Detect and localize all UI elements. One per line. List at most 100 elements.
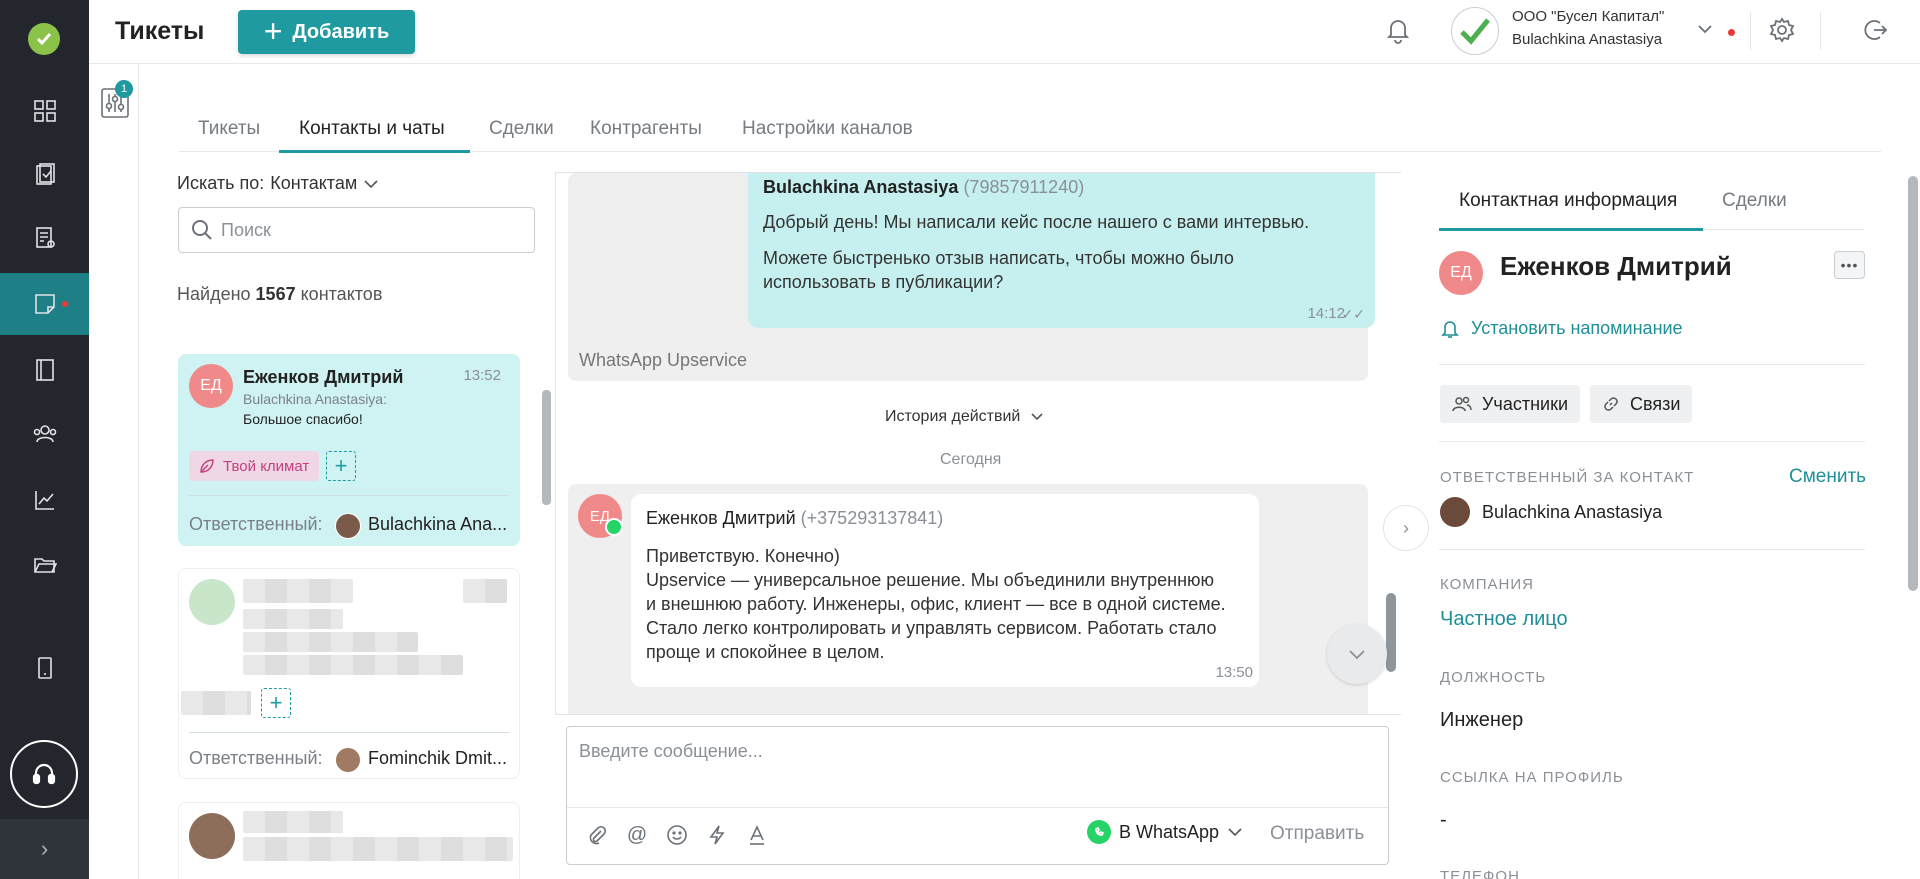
bell-icon xyxy=(1441,320,1459,338)
participants-button[interactable]: Участники xyxy=(1440,385,1580,423)
contact-full-name: Еженков Дмитрий xyxy=(1500,251,1732,281)
last-message-text: Большое спасибо! xyxy=(243,411,363,427)
chevron-down-icon[interactable] xyxy=(1696,20,1714,43)
add-button[interactable]: + Добавить xyxy=(238,10,415,54)
message-sender-phone: (+375293137841) xyxy=(800,508,944,528)
message-text: использовать в публикации? xyxy=(763,272,1004,292)
logout-icon[interactable] xyxy=(1860,17,1888,48)
text-format-icon[interactable] xyxy=(745,823,769,847)
organization-name[interactable]: ООО "Бусел Капитал" xyxy=(1512,8,1664,25)
responsible-avatar xyxy=(1440,497,1470,527)
change-responsible-link[interactable]: Сменить xyxy=(1789,466,1866,488)
profile-link-label: ССЫЛКА НА ПРОФИЛЬ xyxy=(1440,769,1624,786)
support-headset-icon[interactable] xyxy=(10,740,78,808)
contact-avatar: ЕД xyxy=(189,364,233,408)
settings-gear-icon[interactable] xyxy=(1769,17,1795,48)
contact-card[interactable]: ЕД Еженков Дмитрий 13:52 Bulachkina Anas… xyxy=(178,354,520,546)
redacted-text xyxy=(243,632,418,652)
responsible-label: Ответственный: xyxy=(189,748,323,768)
tab-contacts-chats[interactable]: Контакты и чаты xyxy=(299,118,445,140)
mention-at-icon[interactable]: @ xyxy=(625,823,649,847)
knowledge-base-icon[interactable] xyxy=(0,339,89,401)
contact-name: Еженков Дмитрий xyxy=(243,367,404,387)
contact-tag[interactable]: Твой климат xyxy=(189,451,320,481)
contact-panel-scrollbar[interactable] xyxy=(1908,176,1918,591)
responsible-person: Bulachkina Anastasiya xyxy=(1440,497,1662,527)
tab-contact-deals[interactable]: Сделки xyxy=(1722,190,1787,212)
card-divider xyxy=(189,732,509,733)
emoji-smile-icon[interactable] xyxy=(665,823,689,847)
current-user-name[interactable]: Bulachkina Anastasiya xyxy=(1512,31,1662,48)
analytics-icon[interactable] xyxy=(0,469,89,531)
tasks-icon[interactable] xyxy=(0,144,89,206)
set-reminder-link[interactable]: Установить напоминание xyxy=(1441,318,1683,339)
filter-column: 1 xyxy=(89,64,139,879)
found-prefix: Найдено xyxy=(177,284,251,304)
users-icon[interactable] xyxy=(0,403,89,465)
company-label: КОМПАНИЯ xyxy=(1440,576,1534,593)
message-text: Стало легко контролировать и управлять с… xyxy=(646,618,1217,638)
quick-reply-lightning-icon[interactable] xyxy=(705,823,729,847)
set-reminder-label: Установить напоминание xyxy=(1471,318,1683,338)
redacted-text xyxy=(463,579,507,603)
double-check-icon: ✓✓ xyxy=(1341,306,1365,322)
status-dot xyxy=(1728,29,1735,36)
header-divider xyxy=(1750,12,1751,50)
folder-icon[interactable] xyxy=(0,534,89,596)
contact-avatar: ЕД xyxy=(1439,251,1483,295)
leaf-icon xyxy=(200,459,214,473)
message-text: проще и спокойнее в целом. xyxy=(646,642,885,662)
search-box xyxy=(178,207,535,253)
contact-tag-label: Твой климат xyxy=(223,457,310,475)
tickets-icon[interactable] xyxy=(0,273,89,335)
last-message-sender: Bulachkina Anastasiya: xyxy=(243,391,387,407)
message-text: Upservice — универсальное решение. Мы об… xyxy=(646,570,1215,590)
attach-paperclip-icon[interactable] xyxy=(585,823,609,847)
contact-card[interactable]: + Ответственный: Fominchik Dmit... xyxy=(178,568,520,779)
company-link[interactable]: Частное лицо xyxy=(1440,608,1568,631)
contact-card[interactable] xyxy=(178,802,520,879)
chevron-right-icon[interactable]: › xyxy=(1383,505,1429,551)
tab-channel-settings[interactable]: Настройки каналов xyxy=(742,118,913,140)
responsible-avatar xyxy=(335,513,361,539)
message-composer: @ В WhatsApp Отправить xyxy=(566,726,1389,865)
found-count: 1567 xyxy=(255,284,296,304)
tab-tickets[interactable]: Тикеты xyxy=(198,118,260,140)
dashboard-icon[interactable] xyxy=(0,80,89,142)
add-tag-button[interactable]: + xyxy=(326,451,356,481)
tab-contact-info[interactable]: Контактная информация xyxy=(1459,190,1677,212)
notifications-bell-icon[interactable] xyxy=(1385,16,1411,49)
message-text: Добрый день! Мы написали кейс после наше… xyxy=(763,212,1310,232)
send-button[interactable]: Отправить xyxy=(1270,823,1364,845)
mobile-app-icon[interactable] xyxy=(0,637,89,699)
action-history-toggle[interactable]: История действий xyxy=(885,408,1044,426)
tab-deals[interactable]: Сделки xyxy=(489,118,554,140)
active-tab-indicator xyxy=(279,150,470,153)
more-options-icon[interactable]: ••• xyxy=(1834,251,1865,279)
section-divider xyxy=(1439,441,1865,442)
send-channel-label: В WhatsApp xyxy=(1119,821,1220,842)
chat-scrollbar[interactable] xyxy=(1386,593,1396,672)
contacts-scrollbar[interactable] xyxy=(542,390,551,505)
scroll-to-bottom-button[interactable] xyxy=(1327,624,1387,684)
search-input[interactable] xyxy=(221,219,521,241)
links-button[interactable]: Связи xyxy=(1590,385,1693,423)
add-tag-button[interactable]: + xyxy=(261,688,291,718)
expand-sidebar-icon[interactable]: › xyxy=(0,819,89,879)
redacted-text xyxy=(243,579,353,603)
chevron-down-icon xyxy=(1228,828,1242,837)
add-button-label: Добавить xyxy=(292,20,390,43)
send-channel-selector[interactable]: В WhatsApp xyxy=(1087,820,1243,844)
tab-counterparties[interactable]: Контрагенты xyxy=(590,118,702,140)
chevron-down-icon xyxy=(364,179,378,188)
app-logo-icon[interactable] xyxy=(28,23,60,55)
message-time: 14:12 xyxy=(1307,305,1345,322)
search-by-selector[interactable]: Искать по: Контактам xyxy=(177,173,379,194)
responsible-section-label: ОТВЕТСТВЕННЫЙ ЗА КОНТАКТ xyxy=(1440,469,1695,486)
message-sender-name: Bulachkina Anastasiya xyxy=(763,177,959,197)
date-separator: Сегодня xyxy=(940,451,1002,468)
documents-icon[interactable] xyxy=(0,207,89,269)
contact-time: 13:52 xyxy=(463,367,501,384)
message-input[interactable] xyxy=(579,741,1369,791)
organization-avatar[interactable] xyxy=(1451,7,1499,55)
